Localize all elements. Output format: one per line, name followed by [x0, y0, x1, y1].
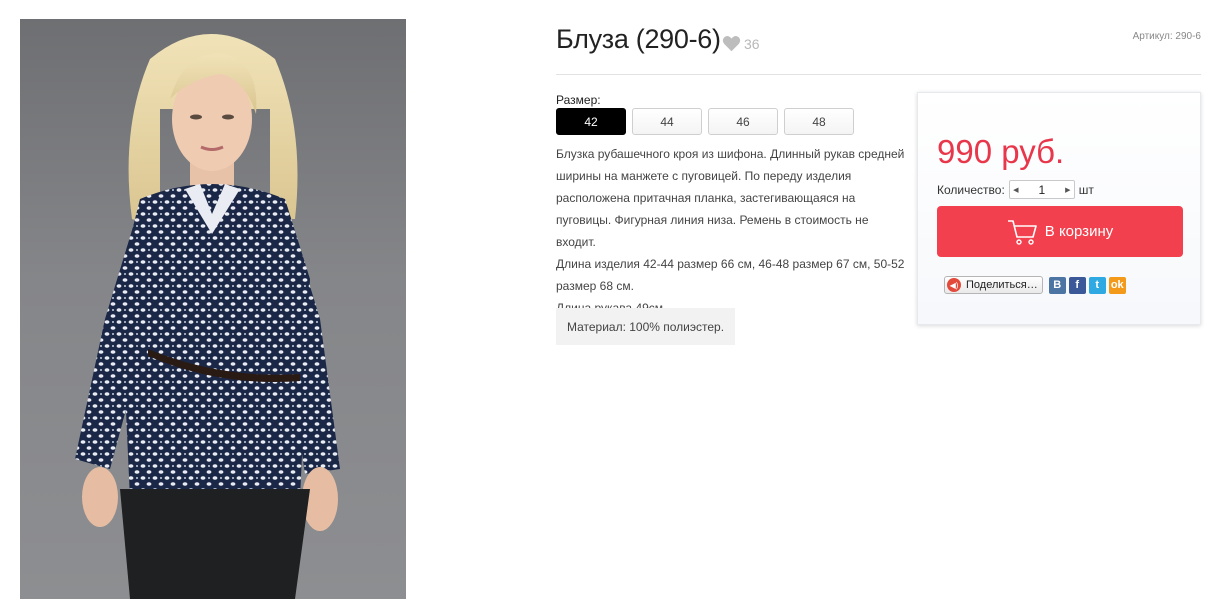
material-info: Материал: 100% полиэстер. [556, 308, 735, 345]
vk-icon[interactable]: В [1048, 276, 1066, 294]
decrease-arrow-icon[interactable]: ◀ [1010, 186, 1022, 194]
cart-icon [1007, 219, 1037, 245]
product-photo[interactable] [20, 19, 406, 599]
size-option-48[interactable]: 48 [784, 108, 854, 135]
price: 990 руб. [937, 133, 1065, 170]
size-selector: 42 44 46 48 [556, 108, 854, 135]
size-label: Размер: [556, 93, 601, 107]
heart-icon [722, 36, 741, 52]
twitter-icon[interactable]: t [1088, 276, 1106, 294]
purchase-box: 990 руб. Количество: ◀ 1 ▶ шт В корзину … [917, 92, 1201, 325]
quantity-label: Количество: [937, 182, 1005, 197]
facebook-icon[interactable]: f [1068, 276, 1086, 294]
size-option-44[interactable]: 44 [632, 108, 702, 135]
likes-counter[interactable]: 36 [722, 35, 760, 52]
product-title: Блуза (290-6) [556, 24, 721, 54]
share-button[interactable]: ◀) Поделиться… [944, 276, 1043, 294]
product-description: Блузка рубашечного кроя из шифона. Длинн… [556, 143, 906, 319]
share-label: Поделиться… [966, 279, 1038, 291]
odnoklassniki-icon[interactable]: ok [1108, 276, 1126, 294]
article-number: Артикул: 290-6 [1132, 31, 1201, 42]
share-bar: ◀) Поделиться… В f t ok [944, 276, 1126, 294]
likes-count: 36 [744, 35, 760, 52]
quantity-unit: шт [1078, 182, 1094, 197]
title-divider [556, 74, 1201, 75]
share-icon: ◀) [947, 278, 961, 292]
size-option-42[interactable]: 42 [556, 108, 626, 135]
description-paragraph: Блузка рубашечного кроя из шифона. Длинн… [556, 147, 905, 249]
product-photo-illustration [75, 34, 340, 599]
increase-arrow-icon[interactable]: ▶ [1062, 186, 1074, 194]
quantity-stepper[interactable]: ◀ 1 ▶ [1008, 180, 1075, 199]
description-length: Длина изделия 42-44 размер 66 см, 46-48 … [556, 257, 905, 293]
quantity-value[interactable]: 1 [1022, 183, 1062, 197]
quantity-row: Количество: ◀ 1 ▶ шт [937, 180, 1094, 199]
size-option-46[interactable]: 46 [708, 108, 778, 135]
add-to-cart-button[interactable]: В корзину [937, 206, 1183, 257]
add-to-cart-label: В корзину [1044, 223, 1114, 240]
